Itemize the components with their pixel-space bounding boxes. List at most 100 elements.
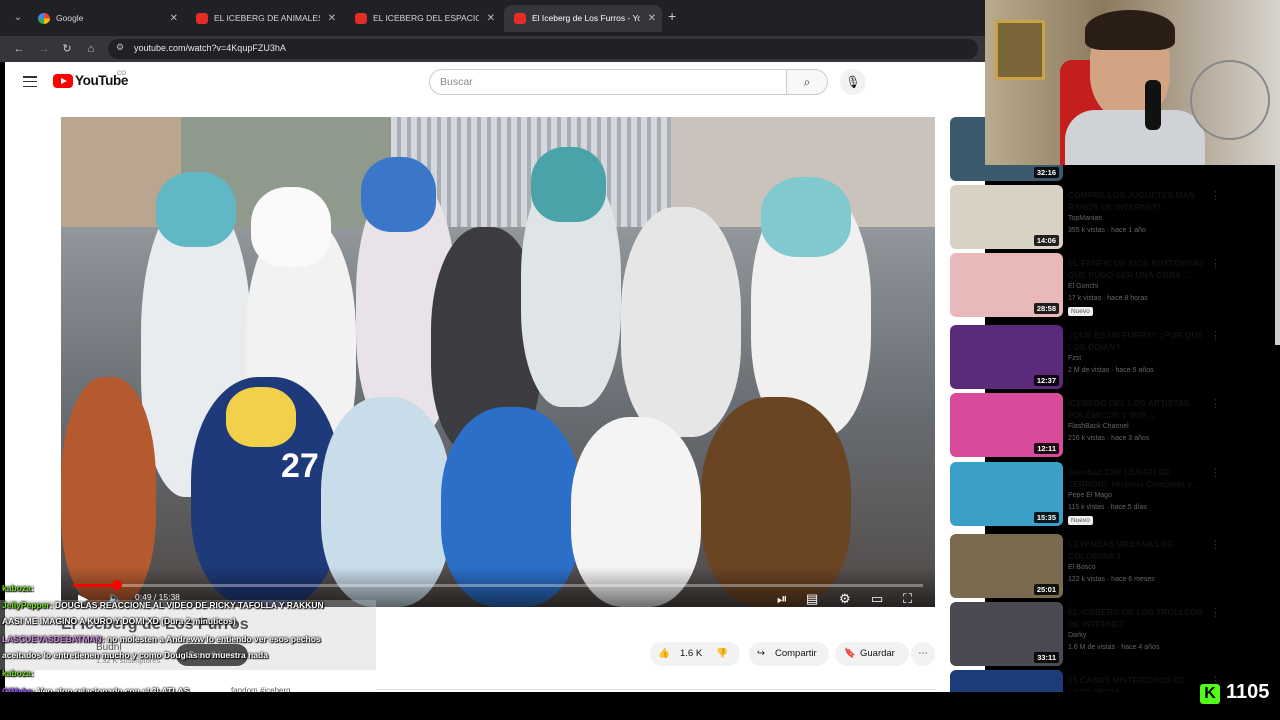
- chat-username: JellyPepper: [2, 600, 50, 610]
- video-thumbnail[interactable]: 33:11: [950, 602, 1063, 666]
- recommended-title[interactable]: ICEBERG DEL LOS ARTISTAS POLÉMICOS Y SUS…: [1068, 397, 1206, 421]
- tab-label: El Iceberg de Los Furros - YouT: [532, 13, 640, 23]
- video-thumbnail[interactable]: 14:06: [950, 185, 1063, 249]
- like-icon[interactable]: 👍: [658, 642, 670, 666]
- new-tab-plus-icon[interactable]: +: [668, 8, 676, 24]
- tab-search-chevron-icon[interactable]: ⌄: [8, 9, 28, 27]
- recommended-video[interactable]: 25:01 LEYENDAS URBANAS DE COLOMBIA 1 ⋮ El B…: [950, 534, 1280, 600]
- tab-label: EL ICEBERG DEL ESPACIO EXPLI: [373, 13, 479, 23]
- close-icon[interactable]: ✕: [328, 5, 336, 32]
- video-frame: 27: [61, 117, 935, 607]
- recommended-channel[interactable]: Darky: [1068, 632, 1086, 639]
- video-thumbnail[interactable]: 25:01: [950, 534, 1063, 598]
- recommended-channel[interactable]: FlashBack Channel: [1068, 423, 1129, 430]
- recommended-title[interactable]: EL ICEBERG DE LOS TROLLEOS DE INTERNET: [1068, 606, 1206, 630]
- autoplay-toggle-icon[interactable]: ⏯: [777, 591, 787, 607]
- chat-username: kaboza: [2, 583, 31, 593]
- more-actions-icon[interactable]: ⋯: [911, 642, 935, 666]
- wall-painting: [995, 20, 1045, 80]
- new-badge: Nuevo: [1068, 516, 1093, 525]
- like-count[interactable]: 1.6 K: [680, 642, 702, 666]
- save-button[interactable]: 🔖 Guardar: [835, 642, 909, 666]
- tab-label: Google: [56, 13, 84, 23]
- scrollbar[interactable]: [1275, 165, 1280, 345]
- back-arrow-icon[interactable]: ←: [10, 40, 28, 58]
- viewer-number: 1105: [1226, 681, 1270, 703]
- video-thumbnail[interactable]: 28:58: [950, 253, 1063, 317]
- recommended-channel[interactable]: El Gonchi: [1068, 283, 1098, 290]
- recommended-video[interactable]: 15:35 Gumball.EXE (JUEGO DE TERROR): Hist…: [950, 462, 1280, 528]
- stream-chat-overlay: kaboza: JellyPepper: DOUGLAS REACCIONE AL…: [0, 580, 376, 714]
- bottom-bar: [0, 692, 1280, 720]
- menu-icon[interactable]: [23, 76, 37, 88]
- chat-message: kaboza:: [2, 583, 34, 593]
- settings-gear-icon[interactable]: ⚙: [839, 591, 851, 607]
- video-duration: 15:35: [1033, 512, 1059, 523]
- more-options-icon[interactable]: ⋮: [1210, 466, 1221, 479]
- streamer-webcam: [985, 0, 1280, 165]
- more-options-icon[interactable]: ⋮: [1210, 189, 1221, 202]
- close-icon[interactable]: ✕: [648, 5, 656, 32]
- voice-search-mic-icon[interactable]: 🎙: [840, 69, 866, 95]
- recommended-title[interactable]: EL FANFIC DE KICK BUTTOWSKI QUE PUDO SER…: [1068, 257, 1206, 281]
- recommended-video[interactable]: 14:06 COMPRE LOS JUGUETES MAS RAROS DE IN…: [950, 185, 1280, 251]
- recommended-channel[interactable]: Pepe El Mago: [1068, 492, 1112, 499]
- recommended-channel[interactable]: TopManias: [1068, 215, 1102, 222]
- close-icon[interactable]: ✕: [487, 5, 495, 32]
- jersey-number: 27: [281, 447, 319, 485]
- address-bar: ← → ↻ ⌂ ⚙ youtube.com/watch?v=4KqupFZU3h…: [0, 36, 985, 62]
- video-thumbnail[interactable]: 15:35: [950, 462, 1063, 526]
- more-options-icon[interactable]: ⋮: [1210, 257, 1221, 270]
- video-duration: 32:16: [1033, 167, 1059, 178]
- share-label: Compartir: [775, 648, 817, 659]
- recommended-title[interactable]: Gumball.EXE (JUEGO DE TERROR): Historia …: [1068, 466, 1206, 490]
- fursuit-head-teal: [156, 172, 236, 247]
- forward-arrow-icon[interactable]: →: [35, 40, 53, 58]
- search-input[interactable]: Buscar: [429, 69, 787, 95]
- more-options-icon[interactable]: ⋮: [1210, 397, 1221, 410]
- dislike-icon[interactable]: 👎: [716, 642, 728, 666]
- kick-logo: K: [1200, 684, 1220, 704]
- recommended-video[interactable]: 33:11 EL ICEBERG DE LOS TROLLEOS DE INTER…: [950, 602, 1280, 668]
- share-button[interactable]: ↪ Compartir: [749, 642, 829, 666]
- recommended-title[interactable]: COMPRE LOS JUGUETES MAS RAROS DE INTERNE…: [1068, 189, 1206, 213]
- recommended-title[interactable]: LEYENDAS URBANAS DE COLOMBIA 1: [1068, 538, 1206, 562]
- tab-google[interactable]: Google ✕: [28, 5, 184, 32]
- youtube-icon: [355, 13, 367, 24]
- recommended-video[interactable]: 12:11 ICEBERG DEL LOS ARTISTAS POLÉMICOS …: [950, 393, 1280, 459]
- video-duration: 14:06: [1033, 235, 1059, 246]
- url-field[interactable]: ⚙ youtube.com/watch?v=4KqupFZU3hA: [108, 39, 978, 59]
- more-options-icon[interactable]: ⋮: [1210, 329, 1221, 342]
- share-icon: ↪: [757, 648, 765, 659]
- more-options-icon[interactable]: ⋮: [1210, 606, 1221, 619]
- video-thumbnail[interactable]: 12:11: [950, 393, 1063, 457]
- home-icon[interactable]: ⌂: [82, 40, 100, 58]
- chat-message: kaboza:: [2, 668, 34, 678]
- youtube-icon: [196, 13, 208, 24]
- video-player[interactable]: 27 ▶ 🔈 0:49 / 15:38 ⏯ ▤ ⚙ ▭ ⛶: [61, 117, 935, 607]
- close-icon[interactable]: ✕: [170, 5, 178, 32]
- recommended-channel[interactable]: Fzst: [1068, 355, 1081, 362]
- country-code: CO: [117, 71, 126, 77]
- video-thumbnail[interactable]: 12:37: [950, 325, 1063, 389]
- recommended-video[interactable]: 28:58 EL FANFIC DE KICK BUTTOWSKI QUE PUD…: [950, 253, 1280, 319]
- tab-iceberg-espacio[interactable]: EL ICEBERG DEL ESPACIO EXPLI ✕: [345, 5, 501, 32]
- reload-icon[interactable]: ↻: [58, 40, 76, 58]
- more-options-icon[interactable]: ⋮: [1210, 538, 1221, 551]
- tab-iceberg-animales[interactable]: EL ICEBERG DE ANIMALES RARO ✕: [186, 5, 342, 32]
- fursuit-head-yellow: [226, 387, 296, 447]
- screen: ⌄ Google ✕ EL ICEBERG DE ANIMALES RARO ✕…: [0, 0, 1280, 720]
- subtitles-icon[interactable]: ▤: [806, 591, 818, 607]
- fullscreen-icon[interactable]: ⛶: [903, 591, 912, 607]
- browser-tab-bar: ⌄ Google ✕ EL ICEBERG DE ANIMALES RARO ✕…: [0, 0, 985, 36]
- youtube-icon: [514, 13, 526, 24]
- search-button[interactable]: ⌕: [786, 69, 828, 95]
- site-info-icon[interactable]: ⚙: [116, 42, 124, 53]
- recommended-title[interactable]: ¿QUÉ ES UN FURRY? ¿POR QUÉ LOS ODIAN?: [1068, 329, 1206, 353]
- tab-iceberg-furros[interactable]: El Iceberg de Los Furros - YouT ✕: [504, 5, 662, 32]
- theater-mode-icon[interactable]: ▭: [871, 591, 883, 607]
- recommended-video[interactable]: 12:37 ¿QUÉ ES UN FURRY? ¿POR QUÉ LOS ODIA…: [950, 325, 1280, 391]
- chat-text: : no molesten a Andreww lo entiendo ver …: [101, 634, 321, 644]
- search-placeholder: Buscar: [440, 76, 473, 88]
- recommended-channel[interactable]: El Bosco: [1068, 564, 1096, 571]
